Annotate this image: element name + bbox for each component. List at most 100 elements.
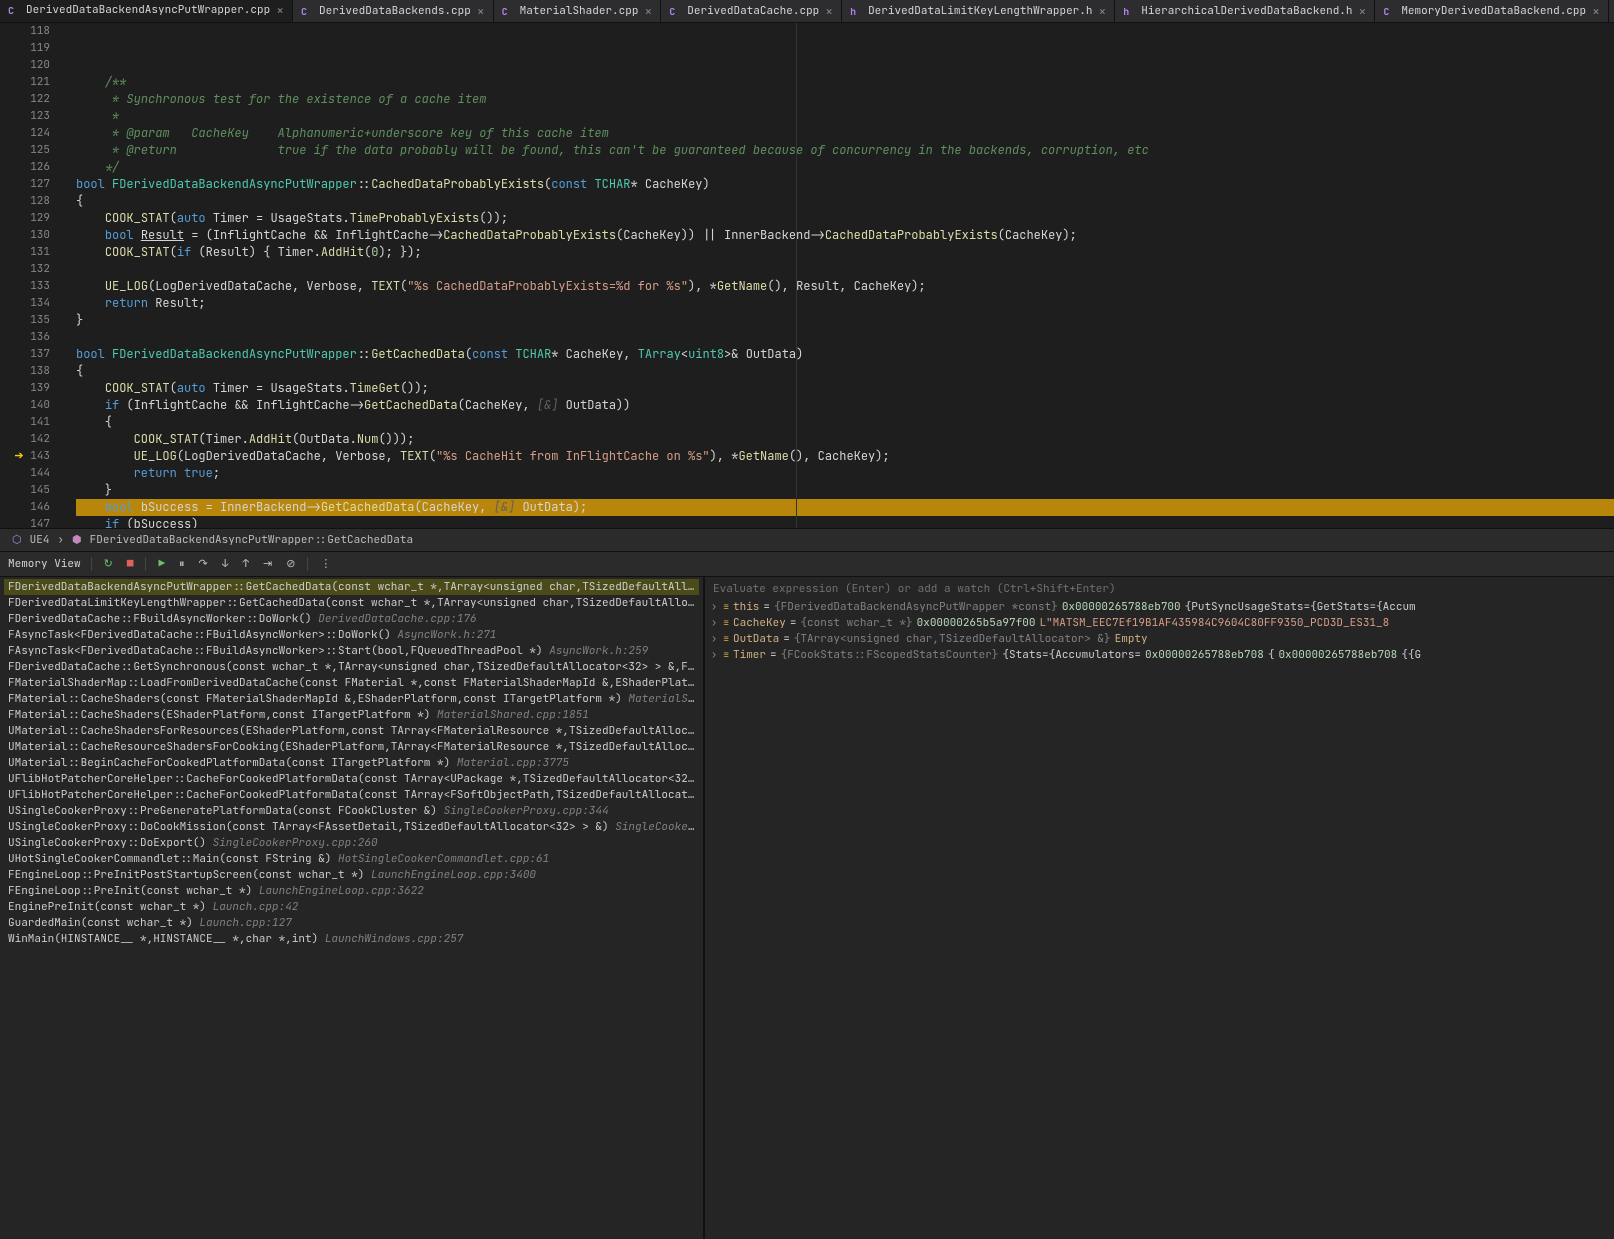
stack-frame[interactable]: GuardedMain(const wchar_t *) Launch.cpp:… — [4, 915, 699, 931]
more-button[interactable]: ⋮ — [318, 555, 333, 573]
close-icon[interactable]: × — [644, 3, 652, 20]
callstack-panel[interactable]: FDerivedDataBackendAsyncPutWrapper::GetC… — [0, 577, 705, 1239]
resume-button[interactable]: ▶ — [156, 555, 167, 573]
stack-frame[interactable]: FMaterial::CacheShaders(EShaderPlatform,… — [4, 707, 699, 723]
stack-frame[interactable]: FEngineLoop::PreInitPostStartupScreen(co… — [4, 867, 699, 883]
editor-tab[interactable]: MemoryDerivedDataBackend.cpp× — [1375, 0, 1609, 22]
variable-row[interactable]: ›≡ CacheKey = {const wchar_t *} 0x000002… — [705, 615, 1614, 631]
variables-panel[interactable]: Evaluate expression (Enter) or add a wat… — [705, 577, 1614, 1239]
code-line[interactable]: bool Result = (InflightCache && Inflight… — [76, 227, 1614, 244]
expand-icon[interactable]: › — [709, 615, 719, 631]
step-over-button[interactable]: ↷ — [197, 555, 210, 573]
variable-row[interactable]: ›≡ OutData = {TArray<unsigned char,TSize… — [705, 631, 1614, 647]
breadcrumb-project[interactable]: UE4 — [30, 533, 50, 547]
code-line[interactable]: */ — [76, 159, 1614, 176]
code-editor[interactable]: 1181191201211221231241251261271281291301… — [0, 23, 1614, 528]
code-line[interactable]: COOK_STAT(Timer.AddHit(OutData.Num())); — [76, 431, 1614, 448]
close-icon[interactable]: × — [1098, 3, 1106, 20]
stack-frame[interactable]: EnginePreInit(const wchar_t *) Launch.cp… — [4, 899, 699, 915]
stack-frame[interactable]: FDerivedDataLimitKeyLengthWrapper::GetCa… — [4, 595, 699, 611]
variable-icon: ≡ — [723, 631, 729, 647]
code-line[interactable]: if (InflightCache && InflightCache->GetC… — [76, 397, 1614, 414]
close-icon[interactable]: × — [276, 2, 284, 19]
code-line[interactable]: if (bSuccess) — [76, 516, 1614, 528]
close-icon[interactable]: × — [1592, 3, 1600, 20]
stack-frame[interactable]: FDerivedDataBackendAsyncPutWrapper::GetC… — [4, 579, 699, 595]
stack-frame[interactable]: UMaterial::CacheShadersForResources(ESha… — [4, 723, 699, 739]
code-line[interactable]: return Result; — [76, 295, 1614, 312]
code-line[interactable]: * — [76, 108, 1614, 125]
code-line[interactable]: } — [76, 312, 1614, 329]
line-number: 134 — [0, 295, 50, 312]
stack-frame[interactable]: FAsyncTask<FDerivedDataCache::FBuildAsyn… — [4, 643, 699, 659]
close-icon[interactable]: × — [477, 3, 485, 20]
code-line[interactable]: COOK_STAT(auto Timer = UsageStats.TimePr… — [76, 210, 1614, 227]
variable-row[interactable]: ›≡ this = {FDerivedDataBackendAsyncPutWr… — [705, 599, 1614, 615]
code-line[interactable]: bool FDerivedDataBackendAsyncPutWrapper:… — [76, 176, 1614, 193]
stack-frame[interactable]: FDerivedDataCache::FBuildAsyncWorker::Do… — [4, 611, 699, 627]
editor-tab[interactable]: DerivedDataBackendAsyncPutWrapper.cpp× — [0, 0, 293, 22]
line-number: 145 — [0, 482, 50, 499]
code-line[interactable]: bool bSuccess = InnerBackend->GetCachedD… — [76, 499, 1614, 516]
watch-input-hint[interactable]: Evaluate expression (Enter) or add a wat… — [705, 579, 1614, 599]
stack-frame[interactable]: UMaterial::CacheResourceShadersForCookin… — [4, 739, 699, 755]
code-line[interactable]: UE_LOG(LogDerivedDataCache, Verbose, TEX… — [76, 448, 1614, 465]
code-line[interactable]: } — [76, 482, 1614, 499]
rerun-button[interactable]: ↻ — [102, 555, 115, 573]
pause-button[interactable]: ⏸ — [177, 555, 187, 573]
editor-tab[interactable]: MaterialShader.cpp× — [494, 0, 662, 22]
code-line[interactable]: * Synchronous test for the existence of … — [76, 91, 1614, 108]
stack-frame[interactable]: FMaterialShaderMap::LoadFromDerivedDataC… — [4, 675, 699, 691]
code-line[interactable] — [76, 329, 1614, 346]
code-line[interactable]: * @return true if the data probably will… — [76, 142, 1614, 159]
editor-tab[interactable]: DerivedDataLimitKeyLengthWrapper.h× — [842, 0, 1115, 22]
stack-frame[interactable]: USingleCookerProxy::DoExport() SingleCoo… — [4, 835, 699, 851]
code-line[interactable]: { — [76, 414, 1614, 431]
code-line[interactable] — [76, 261, 1614, 278]
editor-tab[interactable]: DerivedDataCache.cpp× — [661, 0, 842, 22]
stack-frame[interactable]: FEngineLoop::PreInit(const wchar_t *) La… — [4, 883, 699, 899]
breadcrumb[interactable]: ⬡ UE4 › ⬢ FDerivedDataBackendAsyncPutWra… — [0, 528, 1614, 552]
stack-frame[interactable]: FMaterial::CacheShaders(const FMaterialS… — [4, 691, 699, 707]
run-to-cursor-button[interactable]: ⇥ — [261, 555, 274, 573]
stack-frame[interactable]: FAsyncTask<FDerivedDataCache::FBuildAsyn… — [4, 627, 699, 643]
expand-icon[interactable]: › — [709, 647, 719, 663]
line-number: 127 — [0, 176, 50, 193]
editor-tab[interactable]: HierarchicalDerivedDataBackend.h× — [1115, 0, 1375, 22]
stack-frame[interactable]: FDerivedDataCache::GetSynchronous(const … — [4, 659, 699, 675]
memory-view-label[interactable]: Memory View — [8, 557, 81, 571]
stack-frame[interactable]: WinMain(HINSTANCE__ *,HINSTANCE__ *,char… — [4, 931, 699, 947]
code-line[interactable]: { — [76, 193, 1614, 210]
breadcrumb-function[interactable]: FDerivedDataBackendAsyncPutWrapper::GetC… — [90, 533, 413, 547]
variable-row[interactable]: ›≡ Timer = {FCookStats::FScopedStatsCoun… — [705, 647, 1614, 663]
code-line[interactable]: * @param CacheKey Alphanumeric+underscor… — [76, 125, 1614, 142]
expand-icon[interactable]: › — [709, 599, 719, 615]
code-line[interactable]: COOK_STAT(if (Result) { Timer.AddHit(0);… — [76, 244, 1614, 261]
stack-frame[interactable]: USingleCookerProxy::DoCookMission(const … — [4, 819, 699, 835]
line-number: 141 — [0, 414, 50, 431]
evaluate-button[interactable]: ⊘ — [284, 555, 297, 573]
stop-button[interactable]: ■ — [125, 555, 136, 573]
line-number: 121 — [0, 74, 50, 91]
close-icon[interactable]: × — [825, 3, 833, 20]
code-area[interactable]: /** * Synchronous test for the existence… — [76, 23, 1614, 528]
editor-tab[interactable]: DerivedDataBackends.cpp× — [293, 0, 494, 22]
fold-column[interactable] — [58, 23, 76, 528]
stack-frame[interactable]: UFlibHotPatcherCoreHelper::CacheForCooke… — [4, 771, 699, 787]
code-line[interactable]: COOK_STAT(auto Timer = UsageStats.TimeGe… — [76, 380, 1614, 397]
step-into-button[interactable]: ↓ — [220, 555, 231, 573]
column-ruler — [796, 23, 797, 528]
step-out-button[interactable]: ↑ — [240, 555, 251, 573]
stack-frame[interactable]: UFlibHotPatcherCoreHelper::CacheForCooke… — [4, 787, 699, 803]
stack-frame[interactable]: USingleCookerProxy::PreGeneratePlatformD… — [4, 803, 699, 819]
code-line[interactable]: { — [76, 363, 1614, 380]
expand-icon[interactable]: › — [709, 631, 719, 647]
close-icon[interactable]: × — [1359, 3, 1367, 20]
code-line[interactable]: UE_LOG(LogDerivedDataCache, Verbose, TEX… — [76, 278, 1614, 295]
code-line[interactable]: bool FDerivedDataBackendAsyncPutWrapper:… — [76, 346, 1614, 363]
stack-frame[interactable]: UMaterial::BeginCacheForCookedPlatformDa… — [4, 755, 699, 771]
stack-frame[interactable]: UHotSingleCookerCommandlet::Main(const F… — [4, 851, 699, 867]
line-number: 131 — [0, 244, 50, 261]
code-line[interactable]: return true; — [76, 465, 1614, 482]
code-line[interactable]: /** — [76, 74, 1614, 91]
